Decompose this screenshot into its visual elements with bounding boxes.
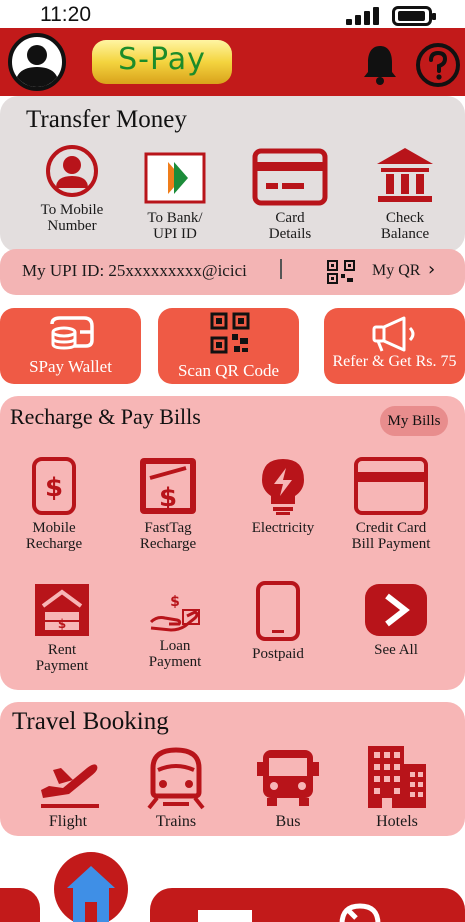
my-qr-link[interactable]: My QR — [372, 262, 420, 280]
tile-label: Rent — [47, 642, 77, 658]
mobile-recharge-tile[interactable]: $ Mobile Recharge — [14, 456, 94, 552]
signal-icon — [346, 7, 380, 25]
tile-label: See All — [374, 642, 418, 658]
transfer-card-details[interactable]: Card Details — [250, 148, 330, 242]
svg-text:$: $ — [58, 617, 66, 631]
tile-label: Bill Payment — [351, 536, 431, 552]
tile-label: Credit Card — [355, 520, 427, 536]
credit-card-bill-tile[interactable]: Credit Card Bill Payment — [350, 456, 432, 552]
train-icon — [147, 747, 205, 810]
spay-wallet-button[interactable]: SPay Wallet — [0, 308, 141, 384]
fasttag-recharge-tile[interactable]: $ FastTag Recharge — [128, 456, 208, 552]
bus-tile[interactable]: Bus — [248, 746, 328, 830]
qr-code-icon[interactable] — [327, 260, 355, 284]
plane-icon — [41, 764, 99, 808]
tile-label: Postpaid — [252, 646, 304, 662]
brand-logo: S-Pay — [92, 40, 232, 84]
tile-label: Payment — [148, 654, 202, 670]
tile-label: Loan — [159, 638, 191, 654]
tile-label: Electricity — [251, 520, 315, 536]
travel-title: Travel Booking — [12, 708, 169, 735]
tile-label: Number — [47, 218, 97, 234]
tile-label: To Mobile — [40, 202, 104, 218]
upi-id-bar: My UPI ID: 25xxxxxxxxx@icici My QR › — [0, 249, 465, 295]
tile-label: Bus — [275, 813, 301, 830]
svg-text:$: $ — [170, 594, 180, 610]
tile-label: Card — [275, 210, 305, 226]
home-icon — [67, 866, 115, 922]
status-bar: 11:20 — [0, 0, 465, 28]
credit-card-icon — [354, 457, 428, 515]
bank-upi-icon — [144, 152, 206, 204]
tile-label: To Bank/ — [147, 210, 203, 226]
scan-qr-button[interactable]: Scan QR Code — [158, 308, 299, 384]
bank-building-icon — [377, 148, 433, 202]
trains-tile[interactable]: Trains — [136, 746, 216, 830]
bulb-bolt-icon — [262, 459, 304, 515]
rent-payment-tile[interactable]: $ Rent Payment — [22, 582, 102, 674]
mobile-dollar-icon: $ — [32, 457, 76, 515]
fasttag-icon: $ — [140, 458, 196, 514]
app-header: S-Pay — [0, 28, 465, 96]
tile-label: FastTag — [144, 520, 192, 536]
tile-label: Recharge — [25, 536, 83, 552]
tile-label: Details — [268, 226, 312, 242]
house-money-icon: $ — [35, 584, 89, 636]
see-all-tile[interactable]: See All — [356, 582, 436, 658]
status-time: 11:20 — [40, 3, 91, 26]
action-label: Refer & Get Rs. 75 — [332, 353, 457, 370]
svg-text:$: $ — [159, 483, 177, 513]
profile-avatar[interactable] — [8, 33, 66, 91]
transfer-title: Transfer Money — [26, 106, 187, 133]
person-circle-icon — [46, 145, 98, 197]
upi-id-text: My UPI ID: 25xxxxxxxxx@icici — [22, 261, 247, 280]
transfer-to-mobile[interactable]: To Mobile Number — [32, 144, 112, 234]
transfer-to-bank[interactable]: To Bank/ UPI ID — [135, 152, 215, 242]
postpaid-tile[interactable]: Postpaid — [238, 580, 318, 662]
my-bills-button[interactable]: My Bills — [380, 406, 448, 436]
tile-label: Payment — [35, 658, 89, 674]
tile-label: Trains — [155, 813, 197, 830]
nav-bar-background — [0, 888, 40, 922]
hand-dollar-icon: $ — [149, 594, 200, 632]
bell-icon[interactable] — [360, 42, 400, 86]
home-button[interactable] — [54, 852, 128, 922]
tile-label: Flight — [48, 813, 88, 830]
tile-label: Recharge — [139, 536, 197, 552]
hotels-tile[interactable]: Hotels — [357, 744, 437, 830]
shield-icon[interactable] — [194, 906, 256, 922]
hotel-icon — [368, 746, 426, 808]
tile-label: UPI ID — [153, 226, 197, 242]
bills-title: Recharge & Pay Bills — [10, 404, 201, 429]
action-label: Scan QR Code — [177, 361, 280, 380]
refer-button[interactable]: Refer & Get Rs. 75 — [324, 308, 465, 384]
action-label: SPay Wallet — [29, 357, 112, 376]
loan-payment-tile[interactable]: $ Loan Payment — [135, 592, 215, 670]
flight-tile[interactable]: Flight — [28, 746, 108, 830]
tile-label: Hotels — [376, 813, 418, 830]
divider — [280, 259, 282, 279]
phone-icon — [256, 581, 300, 641]
tile-label: Mobile — [32, 520, 76, 536]
battery-icon — [392, 6, 436, 26]
electricity-tile[interactable]: Electricity — [243, 456, 323, 536]
bus-icon — [257, 750, 319, 806]
person-icon — [15, 45, 59, 87]
svg-text:$: $ — [45, 473, 63, 503]
wallet-icon — [50, 316, 94, 350]
qr-code-icon — [210, 312, 250, 354]
chevron-right-icon — [365, 584, 427, 636]
credit-card-icon — [252, 148, 328, 206]
tile-label: Check — [385, 210, 425, 226]
chevron-right-icon[interactable]: › — [428, 259, 435, 280]
travel-booking-card: Travel Booking Flight Trains Bus Hotels — [0, 702, 465, 836]
recharge-bills-card: Recharge & Pay Bills $ Mobile Recharge $… — [0, 396, 465, 690]
help-icon[interactable] — [415, 42, 461, 88]
megaphone-icon — [372, 316, 415, 352]
tile-label: Balance — [380, 226, 430, 242]
check-balance[interactable]: Check Balance — [365, 146, 445, 242]
transfer-money-card: Transfer Money To Mobile Number To Bank/… — [0, 96, 465, 252]
history-icon[interactable] — [336, 900, 384, 922]
brand-name: S-Pay — [118, 42, 206, 77]
